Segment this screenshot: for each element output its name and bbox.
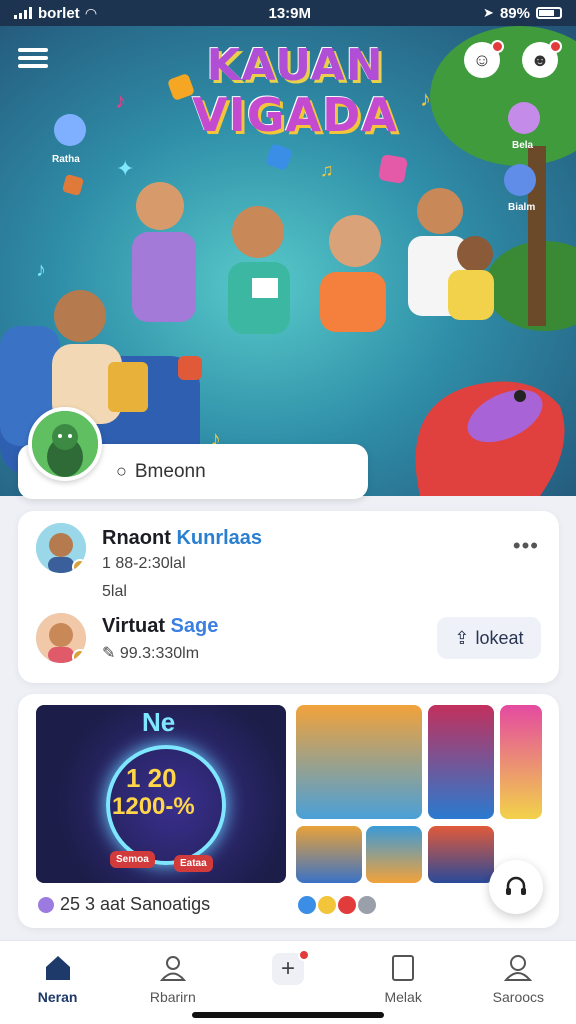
right-badge-label-top: Bela [512, 140, 534, 151]
notification-dot [297, 949, 310, 961]
promo-tag-2: Eataa [174, 855, 213, 872]
promo-heading: Ne [142, 707, 176, 737]
face-icon: ☻ [530, 49, 550, 70]
reactions[interactable] [298, 896, 376, 914]
avatar[interactable] [36, 613, 86, 663]
recent-subtitle-3: ✎ 99.3:330lm [102, 645, 200, 662]
chat-icon: ☺ [472, 49, 492, 70]
battery-percent: 89% [499, 4, 530, 22]
video-thumbnail[interactable] [500, 705, 542, 819]
promo-number-1: 1 20 [126, 763, 177, 793]
video-thumbnail[interactable] [296, 826, 362, 883]
video-thumbnail[interactable] [296, 705, 422, 819]
media-card: Ne 1 20 1200-% Semoa Eataa 25 3 aat Sano… [18, 694, 559, 928]
recent-title-1: Rnaont Kunrlaas [102, 527, 263, 549]
badge-icon [72, 559, 86, 573]
hero-title-line1: KAUAN [206, 40, 384, 91]
profile-button[interactable]: ☻ [522, 40, 562, 78]
battery-icon [535, 7, 562, 19]
reaction-icon [358, 896, 376, 914]
wifi-icon: ◠ [85, 4, 97, 21]
notification-dot [549, 40, 562, 53]
avatar[interactable] [36, 523, 86, 573]
more-options-button[interactable]: ••• [513, 533, 539, 559]
user-icon [504, 955, 533, 981]
menu-button[interactable] [16, 44, 50, 72]
svg-text:♫: ♫ [320, 160, 334, 180]
status-bar: borlet ◠ 13:9M ➤ 89% [0, 0, 576, 26]
badge-icon [72, 649, 86, 663]
nav-account[interactable]: Saroocs [468, 941, 568, 1024]
right-badge-label-bottom: Bialm [508, 202, 536, 213]
pencil-icon: ✎ [102, 645, 120, 662]
upload-button[interactable]: ⇪ lokeat [437, 617, 541, 659]
svg-text:♪: ♪ [115, 88, 126, 113]
svg-text:✦: ✦ [116, 156, 134, 181]
signal-icon [14, 7, 32, 19]
nav-home[interactable]: Neran [8, 941, 108, 1024]
headset-button[interactable] [489, 860, 543, 914]
reaction-icon [338, 896, 356, 914]
video-thumbnail[interactable] [366, 826, 422, 883]
clock: 13:9M [268, 4, 312, 22]
promo-number-2: 1200-% [112, 793, 195, 820]
reaction-icon [318, 896, 336, 914]
upload-icon: ⇪ [454, 627, 470, 648]
media-caption: 25 3 aat Sanoatigs [38, 894, 210, 915]
reaction-icon [298, 896, 316, 914]
svg-text:♪: ♪ [420, 86, 431, 111]
dot-icon [38, 896, 54, 913]
promo-thumbnail[interactable]: Ne 1 20 1200-% Semoa Eataa [36, 705, 286, 883]
headset-icon [506, 876, 526, 895]
svg-text:♪: ♪ [36, 259, 46, 281]
location-icon: ➤ [483, 5, 494, 20]
chat-button[interactable]: ☺ [464, 40, 504, 78]
search-icon: ○ [116, 461, 127, 481]
book-icon [392, 955, 415, 981]
carrier-label: borlet [38, 4, 80, 22]
plus-icon: + [271, 949, 310, 985]
video-thumbnail[interactable] [428, 705, 494, 819]
profile-icon [159, 956, 186, 981]
home-icon [45, 956, 70, 980]
search-placeholder: Bmeonn [134, 460, 206, 482]
user-avatar[interactable] [28, 407, 102, 481]
notification-dot [491, 40, 504, 53]
left-badge-label: Ratha [52, 154, 80, 165]
home-indicator [192, 1012, 384, 1018]
promo-tag-1: Semoa [110, 851, 155, 868]
recent-subtitle-2: 5lal [102, 583, 127, 600]
recent-title-2: Virtuat Sage [102, 615, 219, 637]
video-thumbnail[interactable] [428, 826, 494, 883]
recent-activity-card: Rnaont Kunrlaas 1 88-2:30lal 5lal ••• Vi… [18, 511, 559, 683]
recent-subtitle-1: 1 88-2:30lal [102, 555, 186, 572]
hero-title-line2: VIGADA [192, 88, 398, 142]
hero-title: KAUAN VIGADA [180, 40, 410, 142]
